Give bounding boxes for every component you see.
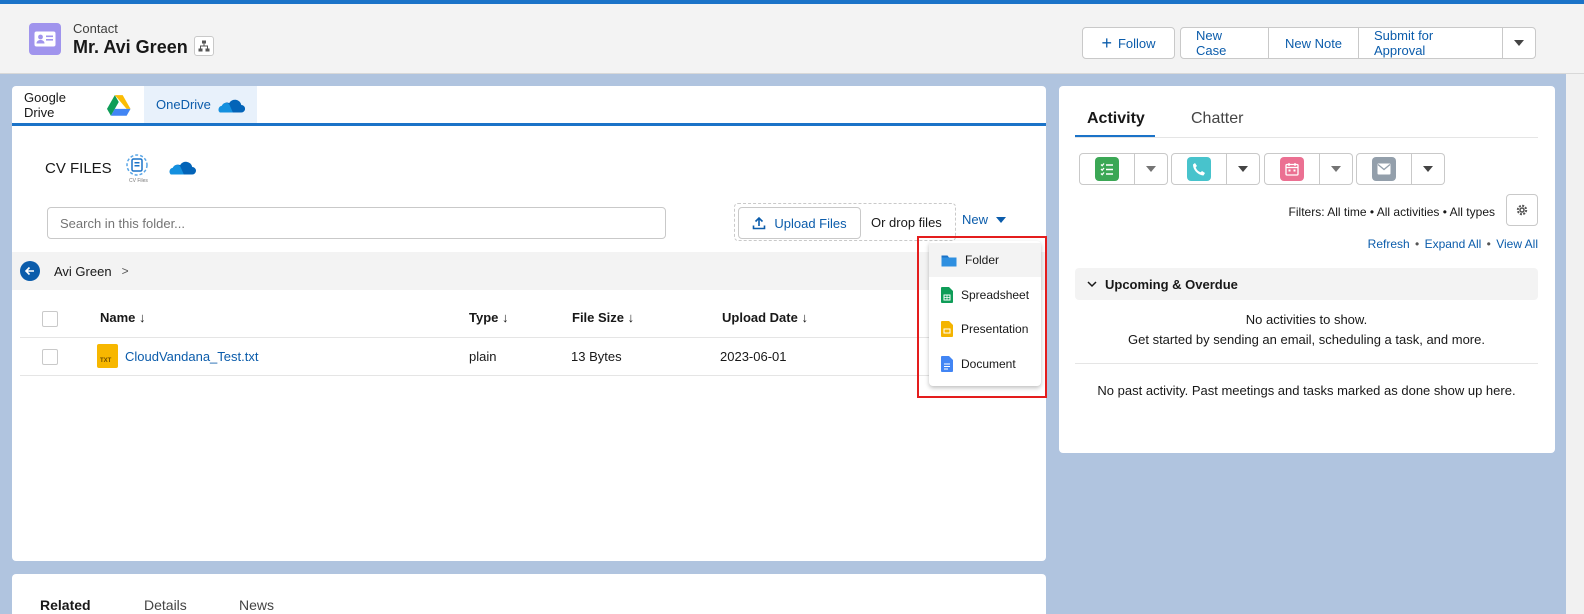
tab-chatter[interactable]: Chatter <box>1191 110 1243 128</box>
txt-file-icon: TXT <box>97 344 118 368</box>
column-header-name[interactable]: Name ↓ <box>100 310 146 325</box>
onedrive-icon <box>218 99 245 112</box>
upload-files-label: Upload Files <box>774 215 847 231</box>
page-scrollbar[interactable] <box>1566 74 1584 614</box>
record-name: Mr. Avi Green <box>73 37 188 57</box>
new-note-button[interactable]: New Note <box>1268 27 1359 59</box>
breadcrumb: Avi Green > <box>12 252 1046 290</box>
row-checkbox[interactable] <box>42 349 58 365</box>
cv-files-icon <box>126 154 148 176</box>
select-all-checkbox[interactable] <box>42 311 58 327</box>
new-menu-button[interactable]: New <box>962 212 1007 227</box>
activity-divider <box>1075 363 1538 364</box>
file-name-link[interactable]: CloudVandana_Test.txt <box>125 349 258 364</box>
calendar-icon <box>1280 157 1304 181</box>
chevron-down-icon <box>1331 166 1341 172</box>
table-header-divider <box>20 337 1038 338</box>
new-menu-label: New <box>962 212 989 227</box>
follow-button-label: Follow <box>1117 35 1156 51</box>
upload-icon <box>753 216 766 230</box>
hierarchy-button[interactable] <box>194 36 214 56</box>
file-size: 13 Bytes <box>571 349 622 364</box>
new-task-button[interactable] <box>1079 153 1135 185</box>
breadcrumb-separator: > <box>121 264 129 278</box>
column-header-upload-date[interactable]: Upload Date ↓ <box>722 310 808 325</box>
cv-files-caption: CV Files <box>129 178 148 184</box>
task-icon <box>1095 157 1119 181</box>
tab-news[interactable]: News <box>239 597 274 613</box>
new-event-button[interactable] <box>1264 153 1320 185</box>
object-type-label: Contact <box>73 21 118 36</box>
google-drive-icon <box>107 94 132 116</box>
tab-details[interactable]: Details <box>144 597 187 613</box>
table-row-divider <box>20 375 930 376</box>
chevron-down-icon <box>1238 166 1248 172</box>
onedrive-logo-icon <box>169 161 196 175</box>
log-call-button[interactable] <box>1171 153 1227 185</box>
chevron-down-icon <box>1514 40 1524 46</box>
email-dropdown-button[interactable] <box>1412 153 1445 185</box>
cv-files-logo: CV Files <box>118 153 156 185</box>
hierarchy-icon <box>198 40 210 52</box>
files-title: CV FILES <box>45 160 112 177</box>
activity-tabs-divider <box>1075 137 1538 138</box>
upcoming-overdue-header[interactable]: Upcoming & Overdue <box>1075 268 1538 300</box>
no-activities-text: No activities to show. <box>1245 312 1368 327</box>
tab-related[interactable]: Related <box>40 597 91 613</box>
highlight-box <box>917 236 1047 398</box>
contact-icon <box>29 23 61 55</box>
chevron-down-icon <box>1423 166 1433 172</box>
chevron-down-icon <box>1146 166 1156 172</box>
submit-for-approval-button[interactable]: Submit for Approval <box>1358 27 1503 59</box>
sort-arrow-icon: ↓ <box>139 310 146 325</box>
task-dropdown-button[interactable] <box>1135 153 1168 185</box>
back-button[interactable] <box>20 261 40 281</box>
chevron-down-icon <box>1087 281 1097 288</box>
drop-files-label: Or drop files <box>871 215 942 230</box>
plus-icon: + <box>1101 33 1112 53</box>
activity-filters-text: Filters: All time • All activities • All… <box>1288 205 1495 219</box>
file-type: plain <box>469 349 497 364</box>
event-dropdown-button[interactable] <box>1320 153 1353 185</box>
arrow-left-icon <box>24 266 34 276</box>
email-icon <box>1372 157 1396 181</box>
breadcrumb-folder[interactable]: Avi Green <box>54 264 112 279</box>
tab-google-drive-label: Google Drive <box>24 89 66 120</box>
tab-activity[interactable]: Activity <box>1087 110 1145 128</box>
tab-onedrive[interactable]: OneDrive <box>144 86 257 123</box>
tab-onedrive-label: OneDrive <box>156 97 211 112</box>
view-all-link[interactable]: View All <box>1496 237 1538 251</box>
files-panel <box>12 126 1046 561</box>
column-header-type[interactable]: Type ↓ <box>469 310 509 325</box>
upload-files-button[interactable]: Upload Files <box>738 207 861 239</box>
cloud-tabs: Google Drive OneDrive <box>12 86 1046 126</box>
get-started-text: Get started by sending an email, schedul… <box>1128 332 1485 347</box>
follow-button[interactable]: + Follow <box>1082 27 1175 59</box>
file-upload-date: 2023-06-01 <box>720 349 787 364</box>
new-case-button[interactable]: New Case <box>1180 27 1269 59</box>
no-past-activity-text: No past activity. Past meetings and task… <box>1097 383 1516 398</box>
activity-links: Refresh • Expand All • View All <box>1367 237 1538 251</box>
record-header: Contact Mr. Avi Green + Follow New Case … <box>0 4 1584 74</box>
expand-all-link[interactable]: Expand All <box>1425 237 1482 251</box>
call-dropdown-button[interactable] <box>1227 153 1260 185</box>
more-actions-button[interactable] <box>1502 27 1536 59</box>
refresh-link[interactable]: Refresh <box>1368 237 1410 251</box>
tab-google-drive[interactable]: Google Drive <box>12 86 144 123</box>
chevron-down-icon <box>996 216 1007 223</box>
upcoming-overdue-title: Upcoming & Overdue <box>1105 276 1238 292</box>
send-email-button[interactable] <box>1356 153 1412 185</box>
gear-icon <box>1516 204 1528 216</box>
folder-search-input[interactable] <box>47 207 666 239</box>
column-header-file-size[interactable]: File Size ↓ <box>572 310 634 325</box>
phone-icon <box>1187 157 1211 181</box>
sort-arrow-icon: ↓ <box>627 310 635 325</box>
sort-arrow-icon: ↓ <box>502 310 509 325</box>
sort-arrow-icon: ↓ <box>801 310 808 325</box>
activity-settings-button[interactable] <box>1506 194 1538 226</box>
